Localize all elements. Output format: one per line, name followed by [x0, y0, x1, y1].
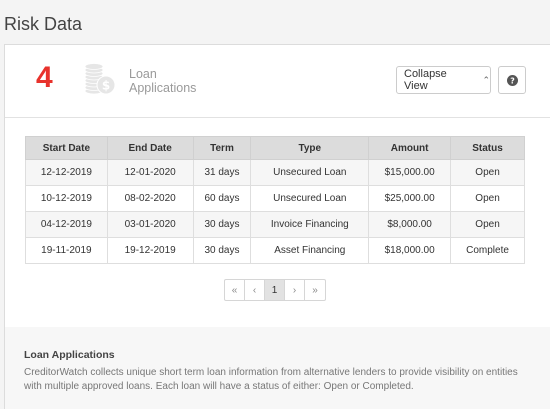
summary-label: Loan Applications [129, 67, 197, 95]
table-row: 10-12-2019 08-02-2020 60 days Unsecured … [25, 185, 525, 212]
table-header-row: Start Date End Date Term Type Amount Sta… [25, 136, 525, 160]
cell-amount: $25,000.00 [368, 185, 452, 212]
cell-start-date: 04-12-2019 [25, 211, 108, 238]
svg-text:?: ? [510, 76, 515, 85]
cell-type: Asset Financing [250, 237, 370, 264]
col-amount[interactable]: Amount [368, 136, 452, 160]
cell-end-date: 19-12-2019 [106, 237, 194, 264]
help-button[interactable]: ? [498, 66, 526, 94]
pagination: « ‹ 1 › » [224, 279, 326, 301]
loan-applications-table: Start Date End Date Term Type Amount Sta… [25, 136, 525, 264]
coins-icon: $ [84, 63, 116, 95]
table-row: 19-11-2019 19-12-2019 30 days Asset Fina… [25, 237, 525, 264]
collapse-view-button[interactable]: Collapse View ⌃ [396, 66, 491, 94]
info-title: Loan Applications [24, 349, 115, 361]
cell-type: Invoice Financing [250, 211, 370, 238]
cell-amount: $8,000.00 [368, 211, 452, 238]
cell-amount: $18,000.00 [368, 237, 452, 264]
table-row: 04-12-2019 03-01-2020 30 days Invoice Fi… [25, 211, 525, 238]
collapse-view-label: Collapse View [404, 68, 447, 92]
cell-term: 30 days [192, 211, 252, 238]
col-status[interactable]: Status [450, 136, 525, 160]
page-title: Risk Data [4, 14, 83, 34]
svg-text:$: $ [102, 79, 110, 93]
col-type[interactable]: Type [250, 136, 370, 160]
col-start-date[interactable]: Start Date [25, 136, 108, 160]
col-term[interactable]: Term [192, 136, 252, 160]
question-icon: ? [506, 74, 518, 86]
table-row: 12-12-2019 12-01-2020 31 days Unsecured … [25, 159, 525, 186]
loan-applications-card: 4 $ Loan Applications Collapse View ⌃ ? … [4, 44, 550, 409]
next-page-button[interactable]: › [285, 280, 305, 300]
summary-header: 4 $ Loan Applications Collapse View ⌃ ? [5, 45, 550, 117]
cell-type: Unsecured Loan [250, 185, 370, 212]
cell-term: 30 days [192, 237, 252, 264]
cell-start-date: 10-12-2019 [25, 185, 108, 212]
cell-start-date: 12-12-2019 [25, 159, 108, 186]
cell-status: Open [450, 159, 525, 186]
cell-end-date: 08-02-2020 [106, 185, 194, 212]
last-page-button[interactable]: » [305, 280, 325, 300]
cell-status: Open [450, 185, 525, 212]
cell-amount: $15,000.00 [368, 159, 452, 186]
first-page-button[interactable]: « [225, 280, 245, 300]
page-1-button[interactable]: 1 [265, 280, 285, 300]
cell-term: 31 days [192, 159, 252, 186]
cell-start-date: 19-11-2019 [25, 237, 108, 264]
cell-status: Open [450, 211, 525, 238]
loan-count: 4 [36, 61, 53, 94]
info-description: CreditorWatch collects unique short term… [24, 367, 518, 392]
cell-term: 60 days [192, 185, 252, 212]
col-end-date[interactable]: End Date [106, 136, 194, 160]
divider [5, 117, 550, 118]
cell-type: Unsecured Loan [250, 159, 370, 186]
cell-status: Complete [450, 237, 525, 264]
cell-end-date: 12-01-2020 [106, 159, 194, 186]
prev-page-button[interactable]: ‹ [245, 280, 265, 300]
info-panel: Loan Applications CreditorWatch collects… [5, 327, 550, 409]
cell-end-date: 03-01-2020 [106, 211, 194, 238]
chevron-up-icon: ⌃ [482, 74, 490, 85]
